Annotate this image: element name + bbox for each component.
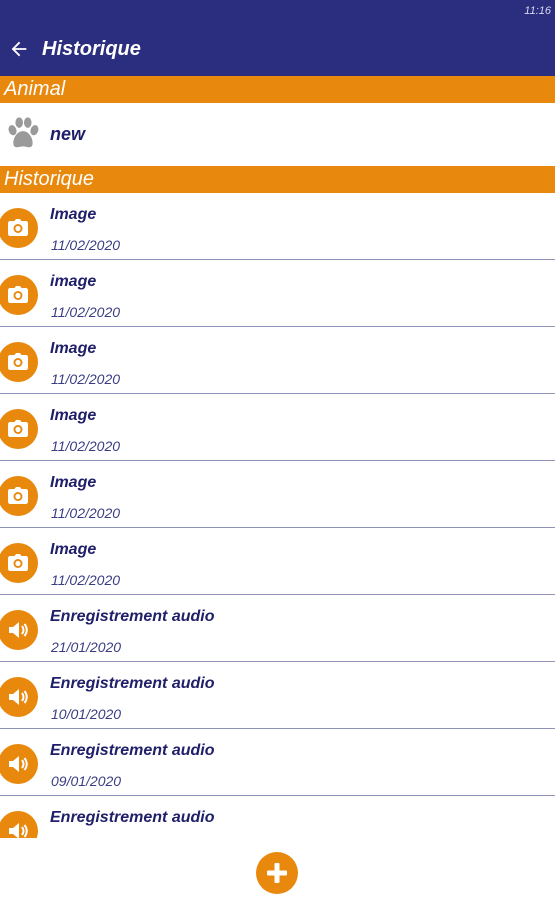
history-item-date: 11/02/2020: [51, 438, 121, 454]
history-item-title: Image: [50, 206, 97, 223]
plus-icon: [267, 863, 287, 883]
arrow-left-icon: [11, 41, 27, 57]
animal-row[interactable]: new: [0, 103, 555, 165]
back-button[interactable]: [2, 22, 36, 76]
history-item-date: 11/02/2020: [51, 505, 121, 521]
camera-icon: [8, 286, 28, 303]
history-item[interactable]: Image 11/02/2020: [0, 528, 555, 595]
page-title: Historique: [42, 37, 141, 60]
camera-icon: [8, 219, 28, 236]
animal-name: new: [50, 123, 86, 144]
history-item-title: Enregistrement audio: [50, 608, 215, 625]
audio-badge: [0, 677, 38, 717]
history-list[interactable]: Image 11/02/2020 image 11/02/2020 Image 11/02…: [0, 193, 555, 838]
add-entry-button[interactable]: [256, 852, 298, 894]
section-header-history: Historique: [0, 166, 555, 193]
history-item-title: Enregistrement audio: [50, 675, 215, 692]
history-item[interactable]: Enregistrement audio 10/01/2020: [0, 662, 555, 729]
speaker-icon: [9, 756, 28, 772]
history-item-title: Image: [50, 541, 97, 558]
speaker-icon: [9, 622, 28, 638]
history-item-date: 11/02/2020: [51, 371, 121, 387]
audio-badge: [0, 744, 38, 784]
camera-icon: [8, 487, 28, 504]
history-item[interactable]: Image 11/02/2020: [0, 394, 555, 461]
history-item-title: image: [50, 273, 97, 290]
history-item-title: Enregistrement audio: [50, 809, 215, 826]
image-badge: [0, 275, 38, 315]
audio-badge: [0, 610, 38, 650]
camera-icon: [8, 554, 28, 571]
history-item-title: Enregistrement audio: [50, 742, 215, 759]
history-item-title: Image: [50, 340, 97, 357]
image-badge: [0, 208, 38, 248]
image-badge: [0, 476, 38, 516]
history-item[interactable]: Enregistrement audio 09/01/2020: [0, 729, 555, 796]
history-item-title: Image: [50, 407, 97, 424]
section-header-animal: Animal: [0, 76, 555, 103]
history-item-date: 11/02/2020: [51, 572, 121, 588]
image-badge: [0, 409, 38, 449]
image-badge: [0, 543, 38, 583]
app-bar: Historique: [0, 22, 555, 76]
audio-badge: [0, 811, 38, 838]
history-item-title: Image: [50, 474, 97, 491]
camera-icon: [8, 353, 28, 370]
status-time: 11:16: [524, 5, 551, 17]
image-badge: [0, 342, 38, 382]
history-item-date: 09/01/2020: [51, 773, 122, 789]
history-item[interactable]: Image 11/02/2020: [0, 327, 555, 394]
camera-icon: [8, 420, 28, 437]
history-item[interactable]: image 11/02/2020: [0, 260, 555, 327]
history-item[interactable]: Enregistrement audio 21/01/2020: [0, 595, 555, 662]
status-bar: 11:16: [0, 0, 555, 22]
history-item[interactable]: Enregistrement audio: [0, 796, 555, 838]
history-item[interactable]: Image 11/02/2020: [0, 193, 555, 260]
speaker-icon: [9, 823, 28, 838]
history-item-date: 10/01/2020: [51, 706, 122, 722]
history-item-date: 11/02/2020: [51, 237, 121, 253]
history-item-date: 11/02/2020: [51, 304, 121, 320]
speaker-icon: [9, 689, 28, 705]
history-item[interactable]: Image 11/02/2020: [0, 461, 555, 528]
paw-icon: [8, 117, 39, 148]
history-item-date: 21/01/2020: [51, 639, 122, 655]
